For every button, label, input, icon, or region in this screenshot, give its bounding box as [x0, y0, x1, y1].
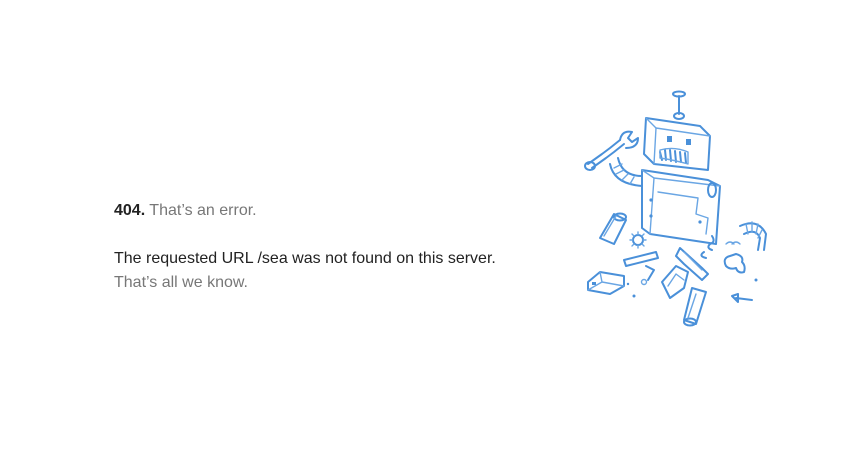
error-page: 404. That’s an error. The requested URL …: [0, 0, 859, 466]
error-footnote: That’s all we know.: [114, 274, 248, 291]
error-code: 404.: [114, 202, 146, 219]
broken-robot-icon: [580, 88, 780, 333]
error-title: That’s an error.: [149, 202, 257, 219]
error-detail: The requested URL /sea was not found on …: [114, 250, 496, 267]
error-headline: 404. That’s an error.: [114, 199, 554, 223]
error-message-block: 404. That’s an error. The requested URL …: [114, 199, 554, 295]
